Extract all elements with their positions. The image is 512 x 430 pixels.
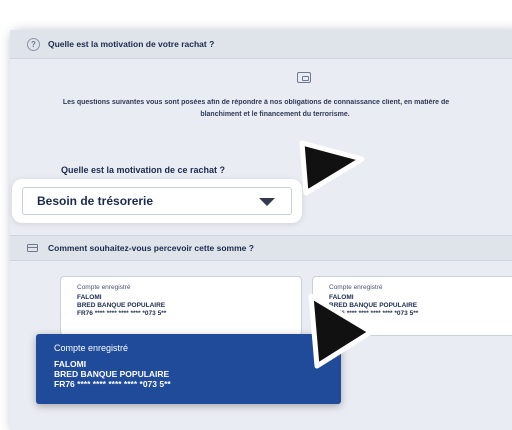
question-circle-icon: ? [27,37,40,51]
selected-account-card[interactable]: Compte enregistré FALOMI BRED BANQUE POP… [36,334,341,404]
info-text-line1: Les questions suivantes vous sont posées… [62,99,450,106]
selected-account-bank: BRED BANQUE POPULAIRE [54,369,170,379]
pointer-arrow-icon [299,140,365,196]
motivation-section-header: ? Quelle est la motivation de votre rach… [10,30,512,59]
account-iban: FR76 **** **** **** **** *073 5** [77,310,167,317]
motivation-section-title: Quelle est la motivation de votre rachat… [48,39,215,49]
account-holder: FALOMI [77,294,102,301]
selected-account-holder: FALOMI [54,359,87,369]
payout-section-header: Comment souhaitez-vous percevoir cette s… [10,235,512,261]
account-bank: BRED BANQUE POPULAIRE [77,302,166,309]
payout-section-title: Comment souhaitez-vous percevoir cette s… [48,243,254,253]
credit-card-icon [27,244,38,252]
pointer-arrow-icon [308,293,374,369]
account-card-label: Compte enregistré [77,284,131,291]
motivation-select[interactable]: Besoin de trésorerie [22,187,292,215]
account-card[interactable]: Compte enregistré FALOMI BRED BANQUE POP… [60,276,302,336]
selected-account-label: Compte enregistré [54,343,129,353]
motivation-select-value: Besoin de trésorerie [37,194,154,208]
selected-account-iban: FR76 **** **** **** **** *073 5** [54,379,171,389]
motivation-question-label: Quelle est la motivation de ce rachat ? [61,165,226,175]
account-card-label: Compte enregistré [329,284,383,291]
motivation-select-highlight: Besoin de trésorerie [12,179,302,223]
chevron-down-icon[interactable] [259,198,275,206]
wallet-icon [297,72,311,83]
info-text-line2: blanchiment et le financement du terrori… [200,111,350,118]
